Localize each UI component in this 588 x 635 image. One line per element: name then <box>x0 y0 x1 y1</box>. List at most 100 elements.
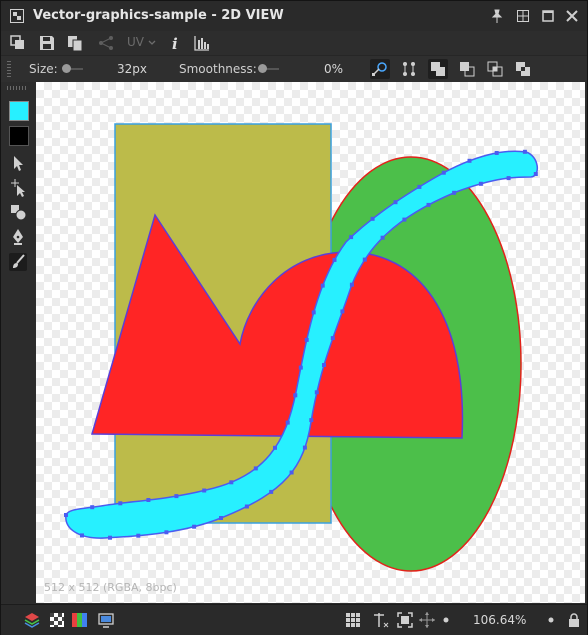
path-node-handle[interactable] <box>402 217 407 222</box>
toolbox-grip[interactable] <box>7 86 27 90</box>
rgb-channels-icon[interactable] <box>71 611 89 629</box>
path-node-handle[interactable] <box>108 535 112 540</box>
path-node-handle[interactable] <box>118 501 123 506</box>
path-node-handle[interactable] <box>293 393 298 398</box>
pan-icon[interactable] <box>418 611 436 629</box>
path-node-handle[interactable] <box>80 533 84 538</box>
lock-icon[interactable] <box>565 611 583 629</box>
path-node-handle[interactable] <box>273 445 277 450</box>
window-title: Vector-graphics-sample - 2D VIEW <box>33 8 284 23</box>
background-color-swatch[interactable] <box>9 126 29 146</box>
path-node-handle[interactable] <box>219 516 223 520</box>
path-node-handle[interactable] <box>452 190 457 195</box>
path-node-handle[interactable] <box>311 310 316 315</box>
path-node-handle[interactable] <box>340 309 345 314</box>
uv-label[interactable]: UV <box>127 35 144 49</box>
path-node-handle[interactable] <box>298 365 303 370</box>
zoom-in-icon[interactable] <box>545 614 557 626</box>
vector-mode-button[interactable] <box>370 59 390 79</box>
fit-to-view-icon[interactable] <box>396 611 414 629</box>
path-node-handle[interactable] <box>522 149 527 154</box>
checkerboard-icon[interactable] <box>48 611 66 629</box>
path-node-handle[interactable] <box>533 172 538 176</box>
size-label: Size: <box>29 62 58 76</box>
path-node-handle[interactable] <box>467 158 472 163</box>
vector-artwork[interactable] <box>36 82 585 603</box>
path-node-handle[interactable] <box>426 202 431 207</box>
combine-exclude-button[interactable] <box>513 59 533 79</box>
layers-icon[interactable] <box>23 611 41 629</box>
path-node-handle[interactable] <box>494 151 499 155</box>
path-node-handle[interactable] <box>229 480 234 485</box>
title-bar: Vector-graphics-sample - 2D VIEW <box>1 1 587 31</box>
path-node-handle[interactable] <box>244 504 249 509</box>
image-info: 512 x 512 (RGBA, 8bpc) <box>44 581 177 594</box>
path-node-handle[interactable] <box>64 513 68 517</box>
path-node-handle[interactable] <box>314 390 319 395</box>
combine-intersect-button[interactable] <box>485 59 505 79</box>
brush-icon[interactable] <box>9 253 27 271</box>
zoom-out-icon[interactable] <box>440 614 452 626</box>
share-icon[interactable] <box>97 34 115 52</box>
path-node-handle[interactable] <box>136 533 141 538</box>
foreground-color-swatch[interactable] <box>9 101 29 121</box>
measure-icon[interactable] <box>372 611 390 629</box>
path-node-handle[interactable] <box>370 216 375 221</box>
path-node-handle[interactable] <box>192 524 197 529</box>
path-node-handle[interactable] <box>393 200 398 205</box>
path-node-handle[interactable] <box>478 181 483 186</box>
path-node-handle[interactable] <box>309 418 314 423</box>
smoothness-slider-knob[interactable] <box>258 64 267 73</box>
path-node-handle[interactable] <box>322 363 326 367</box>
path-node-handle[interactable] <box>362 257 367 262</box>
path-node-handle[interactable] <box>269 489 274 494</box>
path-node-handle[interactable] <box>349 235 354 240</box>
path-node-handle[interactable] <box>506 176 511 181</box>
pen-icon[interactable] <box>9 228 27 246</box>
smoothness-label: Smoothness: <box>179 62 257 76</box>
path-node-handle[interactable] <box>202 488 207 493</box>
size-value[interactable]: 32px <box>105 62 147 76</box>
pin-icon[interactable] <box>489 8 505 24</box>
save-icon[interactable] <box>38 34 56 52</box>
path-node-handle[interactable] <box>90 505 95 510</box>
path-node-handle[interactable] <box>441 170 446 175</box>
combine-subtract-button[interactable] <box>457 59 477 79</box>
smoothness-value[interactable]: 0% <box>301 62 343 76</box>
select-arrow-icon[interactable] <box>9 154 27 172</box>
subtract-icon <box>460 62 475 77</box>
path-node-handle[interactable] <box>349 282 354 287</box>
grid-icon[interactable] <box>344 611 362 629</box>
close-icon[interactable] <box>564 8 580 24</box>
size-slider-knob[interactable] <box>62 64 71 73</box>
path-node-handle[interactable] <box>380 235 385 240</box>
new-layer-icon[interactable] <box>9 34 27 52</box>
image-canvas[interactable]: 512 x 512 (RGBA, 8bpc) <box>36 82 585 603</box>
union-icon <box>431 62 445 76</box>
path-node-handle[interactable] <box>304 337 309 342</box>
uv-dropdown-icon[interactable] <box>147 36 157 50</box>
path-node-handle[interactable] <box>417 184 422 189</box>
path-node-handle[interactable] <box>285 420 290 425</box>
maximize-icon[interactable] <box>540 8 556 24</box>
direct-select-icon[interactable] <box>9 179 27 197</box>
path-node-handle[interactable] <box>289 470 294 475</box>
path-node-handle[interactable] <box>320 283 325 288</box>
info-icon[interactable]: i <box>166 34 184 52</box>
tile-icon[interactable] <box>515 8 531 24</box>
copy-icon[interactable] <box>66 34 84 52</box>
path-node-handle[interactable] <box>332 257 337 262</box>
path-nodes-button[interactable] <box>399 59 419 79</box>
path-node-handle[interactable] <box>146 498 151 502</box>
zoom-level[interactable]: 106.64% <box>473 613 526 627</box>
display-icon[interactable] <box>97 611 115 629</box>
toolbar-grip[interactable] <box>7 61 11 77</box>
shapes-icon[interactable] <box>9 203 27 221</box>
histogram-icon[interactable] <box>193 34 211 52</box>
combine-union-button[interactable] <box>428 59 448 79</box>
path-node-handle[interactable] <box>174 494 179 499</box>
path-node-handle[interactable] <box>164 530 169 535</box>
path-node-handle[interactable] <box>253 466 258 471</box>
path-node-handle[interactable] <box>330 336 335 341</box>
path-node-handle[interactable] <box>302 445 307 450</box>
